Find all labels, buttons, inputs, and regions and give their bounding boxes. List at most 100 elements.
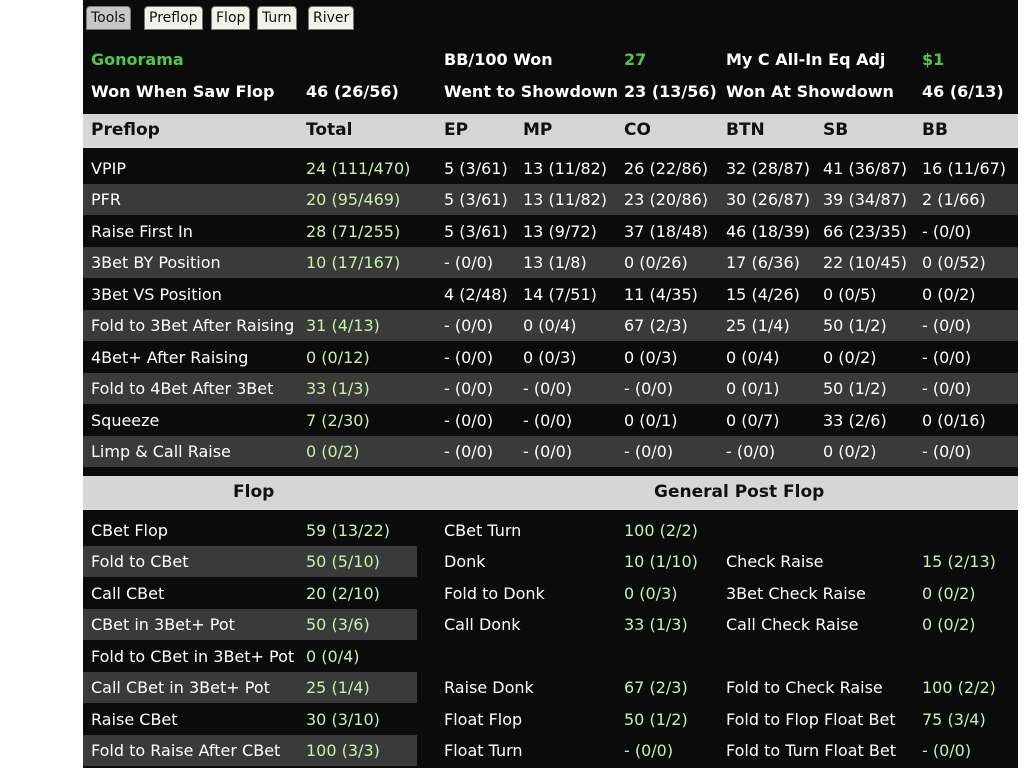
row-label: Fold to Check Raise [726,678,883,697]
table-row: Fold to CBet in 3Bet+ Pot 0 (0/4) [83,641,1018,672]
stat-value: 37 (18/48) [624,222,709,241]
stat-value: 0 (0/1) [726,379,780,398]
stat-value: 13 (11/82) [523,190,608,209]
table-row: Fold to CBet 50 (5/10) Donk 10 (1/10) Ch… [83,546,1018,577]
stat-value: 15 (2/13) [922,552,996,571]
stat-value: 28 (71/255) [306,222,401,241]
stat-value: 0 (0/52) [922,253,986,272]
stat-value: 10 (1/10) [624,552,698,571]
column-header: SB [823,120,849,140]
row-label: Call CBet in 3Bet+ Pot [91,678,270,697]
tab-bar: Tools Preflop Flop Turn River [83,0,1018,34]
stat-value: - (0/0) [444,442,494,461]
tab-tools[interactable]: Tools [86,6,131,30]
stat-value: $1 [922,50,945,69]
tab-preflop[interactable]: Preflop [144,6,203,30]
column-header: CO [624,120,651,140]
table-row: Call CBet in 3Bet+ Pot 25 (1/4) Raise Do… [83,672,1018,703]
table-row: Fold to 3Bet After Raising 31 (4/13) - (… [83,310,1018,341]
stat-value: 0 (0/12) [306,348,370,367]
stat-value: 25 (1/4) [306,678,370,697]
stat-value: 33 (1/3) [306,379,370,398]
table-row: 3Bet BY Position 10 (17/167) - (0/0) 13 … [83,247,1018,278]
column-header: Total [306,120,353,140]
table-row: Limp & Call Raise 0 (0/2) - (0/0) - (0/0… [83,436,1018,467]
stat-value: 33 (1/3) [624,615,688,634]
stat-value: - (0/0) [444,348,494,367]
stat-value: - (0/0) [922,316,972,335]
table-row: CBet Flop 59 (13/22) CBet Turn 100 (2/2) [83,515,1018,546]
stat-value: 50 (1/2) [624,710,688,729]
row-label: Raise CBet [91,710,178,729]
stat-value: 75 (3/4) [922,710,986,729]
stat-value: 5 (3/61) [444,222,508,241]
stat-value: 0 (0/3) [624,348,678,367]
stat-value: 0 (0/1) [624,411,678,430]
row-label: Limp & Call Raise [91,442,231,461]
stat-value: 17 (6/36) [726,253,800,272]
stat-value: 15 (4/26) [726,285,800,304]
stat-value: 22 (10/45) [823,253,908,272]
table-row: Call CBet 20 (2/10) Fold to Donk 0 (0/3)… [83,578,1018,609]
row-label: Donk [444,552,486,571]
stat-label: BB/100 Won [444,50,553,69]
row-label: 3Bet Check Raise [726,584,866,603]
stat-label: Won At Showdown [726,82,894,101]
stat-value: 0 (0/2) [823,348,877,367]
stat-value: - (0/0) [922,442,972,461]
row-label: Call Check Raise [726,615,859,634]
table-row: Fold to 4Bet After 3Bet 33 (1/3) - (0/0)… [83,373,1018,404]
stat-value: - (0/0) [444,253,494,272]
stat-value: 13 (1/8) [523,253,587,272]
summary-row-1: Gonorama BB/100 Won 27 My C All-In Eq Ad… [83,44,1018,75]
section-title-general-post-flop: General Post Flop [654,482,825,502]
stat-value: 13 (9/72) [523,222,597,241]
stat-value: 10 (17/167) [306,253,401,272]
stat-label: My C All-In Eq Adj [726,50,886,69]
row-label: Fold to Flop Float Bet [726,710,896,729]
table-row: CBet in 3Bet+ Pot 50 (3/6) Call Donk 33 … [83,609,1018,640]
stat-value: 11 (4/35) [624,285,698,304]
stat-value: 100 (2/2) [922,678,996,697]
row-label: Call CBet [91,584,165,603]
row-label: PFR [91,190,121,209]
stat-value: 23 (13/56) [624,82,717,101]
stat-value: 39 (34/87) [823,190,908,209]
stat-value: 46 (18/39) [726,222,811,241]
stat-value: - (0/0) [444,411,494,430]
stat-value: 24 (111/470) [306,159,411,178]
tab-turn[interactable]: Turn [257,6,297,30]
tab-flop[interactable]: Flop [211,6,251,30]
stat-value: 0 (0/2) [922,615,976,634]
row-label: CBet in 3Bet+ Pot [91,615,235,634]
row-label: CBet Flop [91,521,168,540]
stat-value: 31 (4/13) [306,316,380,335]
stat-value: - (0/0) [624,379,674,398]
column-header: BTN [726,120,765,140]
row-label: Raise Donk [444,678,534,697]
stat-value: 27 [624,50,647,69]
stat-value: 5 (3/61) [444,190,508,209]
row-label: Fold to CBet [91,552,189,571]
row-label: Float Flop [444,710,523,729]
row-label: Fold to CBet in 3Bet+ Pot [91,647,295,666]
row-label: VPIP [91,159,126,178]
stat-value: 30 (3/10) [306,710,380,729]
tab-river[interactable]: River [308,6,355,30]
summary-row-2: Won When Saw Flop 46 (26/56) Went to Sho… [83,76,1018,107]
stat-value: - (0/0) [922,348,972,367]
stat-value: - (0/0) [523,442,573,461]
stat-value: 30 (26/87) [726,190,811,209]
stat-value: 41 (36/87) [823,159,908,178]
stat-value: 14 (7/51) [523,285,597,304]
divider [83,508,1018,510]
column-header: BB [922,120,948,140]
stat-value: 4 (2/48) [444,285,508,304]
stat-value: 32 (28/87) [726,159,811,178]
row-label: Fold to Donk [444,584,545,603]
table-row: PFR 20 (95/469) 5 (3/61) 13 (11/82) 23 (… [83,184,1018,215]
stat-value: 67 (2/3) [624,678,688,697]
stat-value: - (0/0) [444,379,494,398]
stat-value: 0 (0/16) [922,411,986,430]
column-header: Preflop [91,120,160,140]
